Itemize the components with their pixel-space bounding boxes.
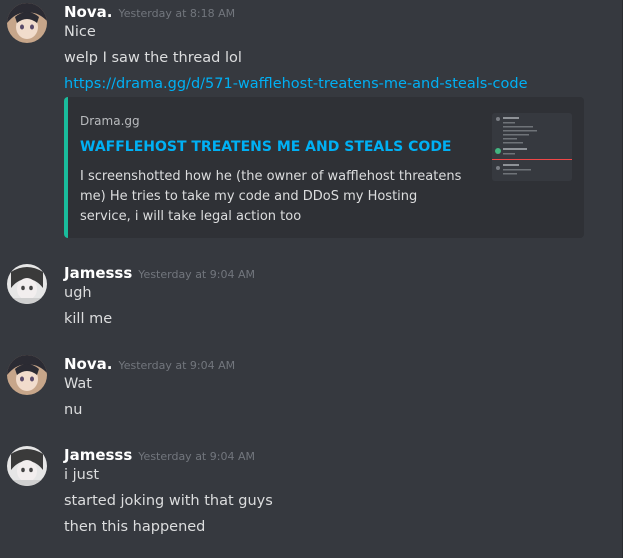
timestamp: Yesterday at 8:18 AM — [118, 7, 236, 20]
message-text: Wat — [64, 376, 92, 392]
message-text: i just — [64, 467, 100, 483]
message-text: started joking with that guys — [64, 493, 273, 509]
message-text: then this happened — [64, 519, 206, 535]
message-text: welp I saw the thread lol — [64, 50, 242, 66]
message-text: ugh — [64, 285, 92, 301]
username[interactable]: Jamesss Yesterday at 9:04 AM — [64, 264, 255, 282]
avatar-jamesss[interactable] — [7, 264, 47, 304]
avatar-nova[interactable] — [7, 355, 47, 395]
username[interactable]: Jamesss Yesterday at 9:04 AM — [64, 446, 255, 464]
message-text: Nice — [64, 24, 96, 40]
username[interactable]: Nova. Yesterday at 8:18 AM — [64, 3, 235, 21]
embed-provider[interactable]: Drama.gg — [80, 114, 140, 128]
avatar-nova[interactable] — [7, 3, 47, 43]
embed-title[interactable]: WAFFLEHOST TREATENS ME AND STEALS CODE — [80, 139, 452, 155]
message-link[interactable]: https://drama.gg/d/571-wafflehost-treate… — [64, 76, 528, 92]
embed-description: I screenshotted how he (the owner of waf… — [80, 169, 462, 224]
message-text: kill me — [64, 311, 113, 327]
avatar-jamesss[interactable] — [7, 446, 47, 486]
chat-messages: Nova. Yesterday at 8:18 AM Nice welp I sa… — [0, 0, 623, 558]
embed-thumbnail[interactable] — [492, 113, 572, 181]
message-text: nu — [64, 402, 83, 418]
timestamp: Yesterday at 9:04 AM — [138, 268, 255, 281]
username[interactable]: Nova. Yesterday at 9:04 AM — [64, 355, 235, 373]
link-embed: Drama.gg WAFFLEHOST TREATENS ME AND STEA… — [64, 97, 584, 238]
timestamp: Yesterday at 9:04 AM — [118, 359, 236, 372]
timestamp: Yesterday at 9:04 AM — [138, 450, 255, 463]
